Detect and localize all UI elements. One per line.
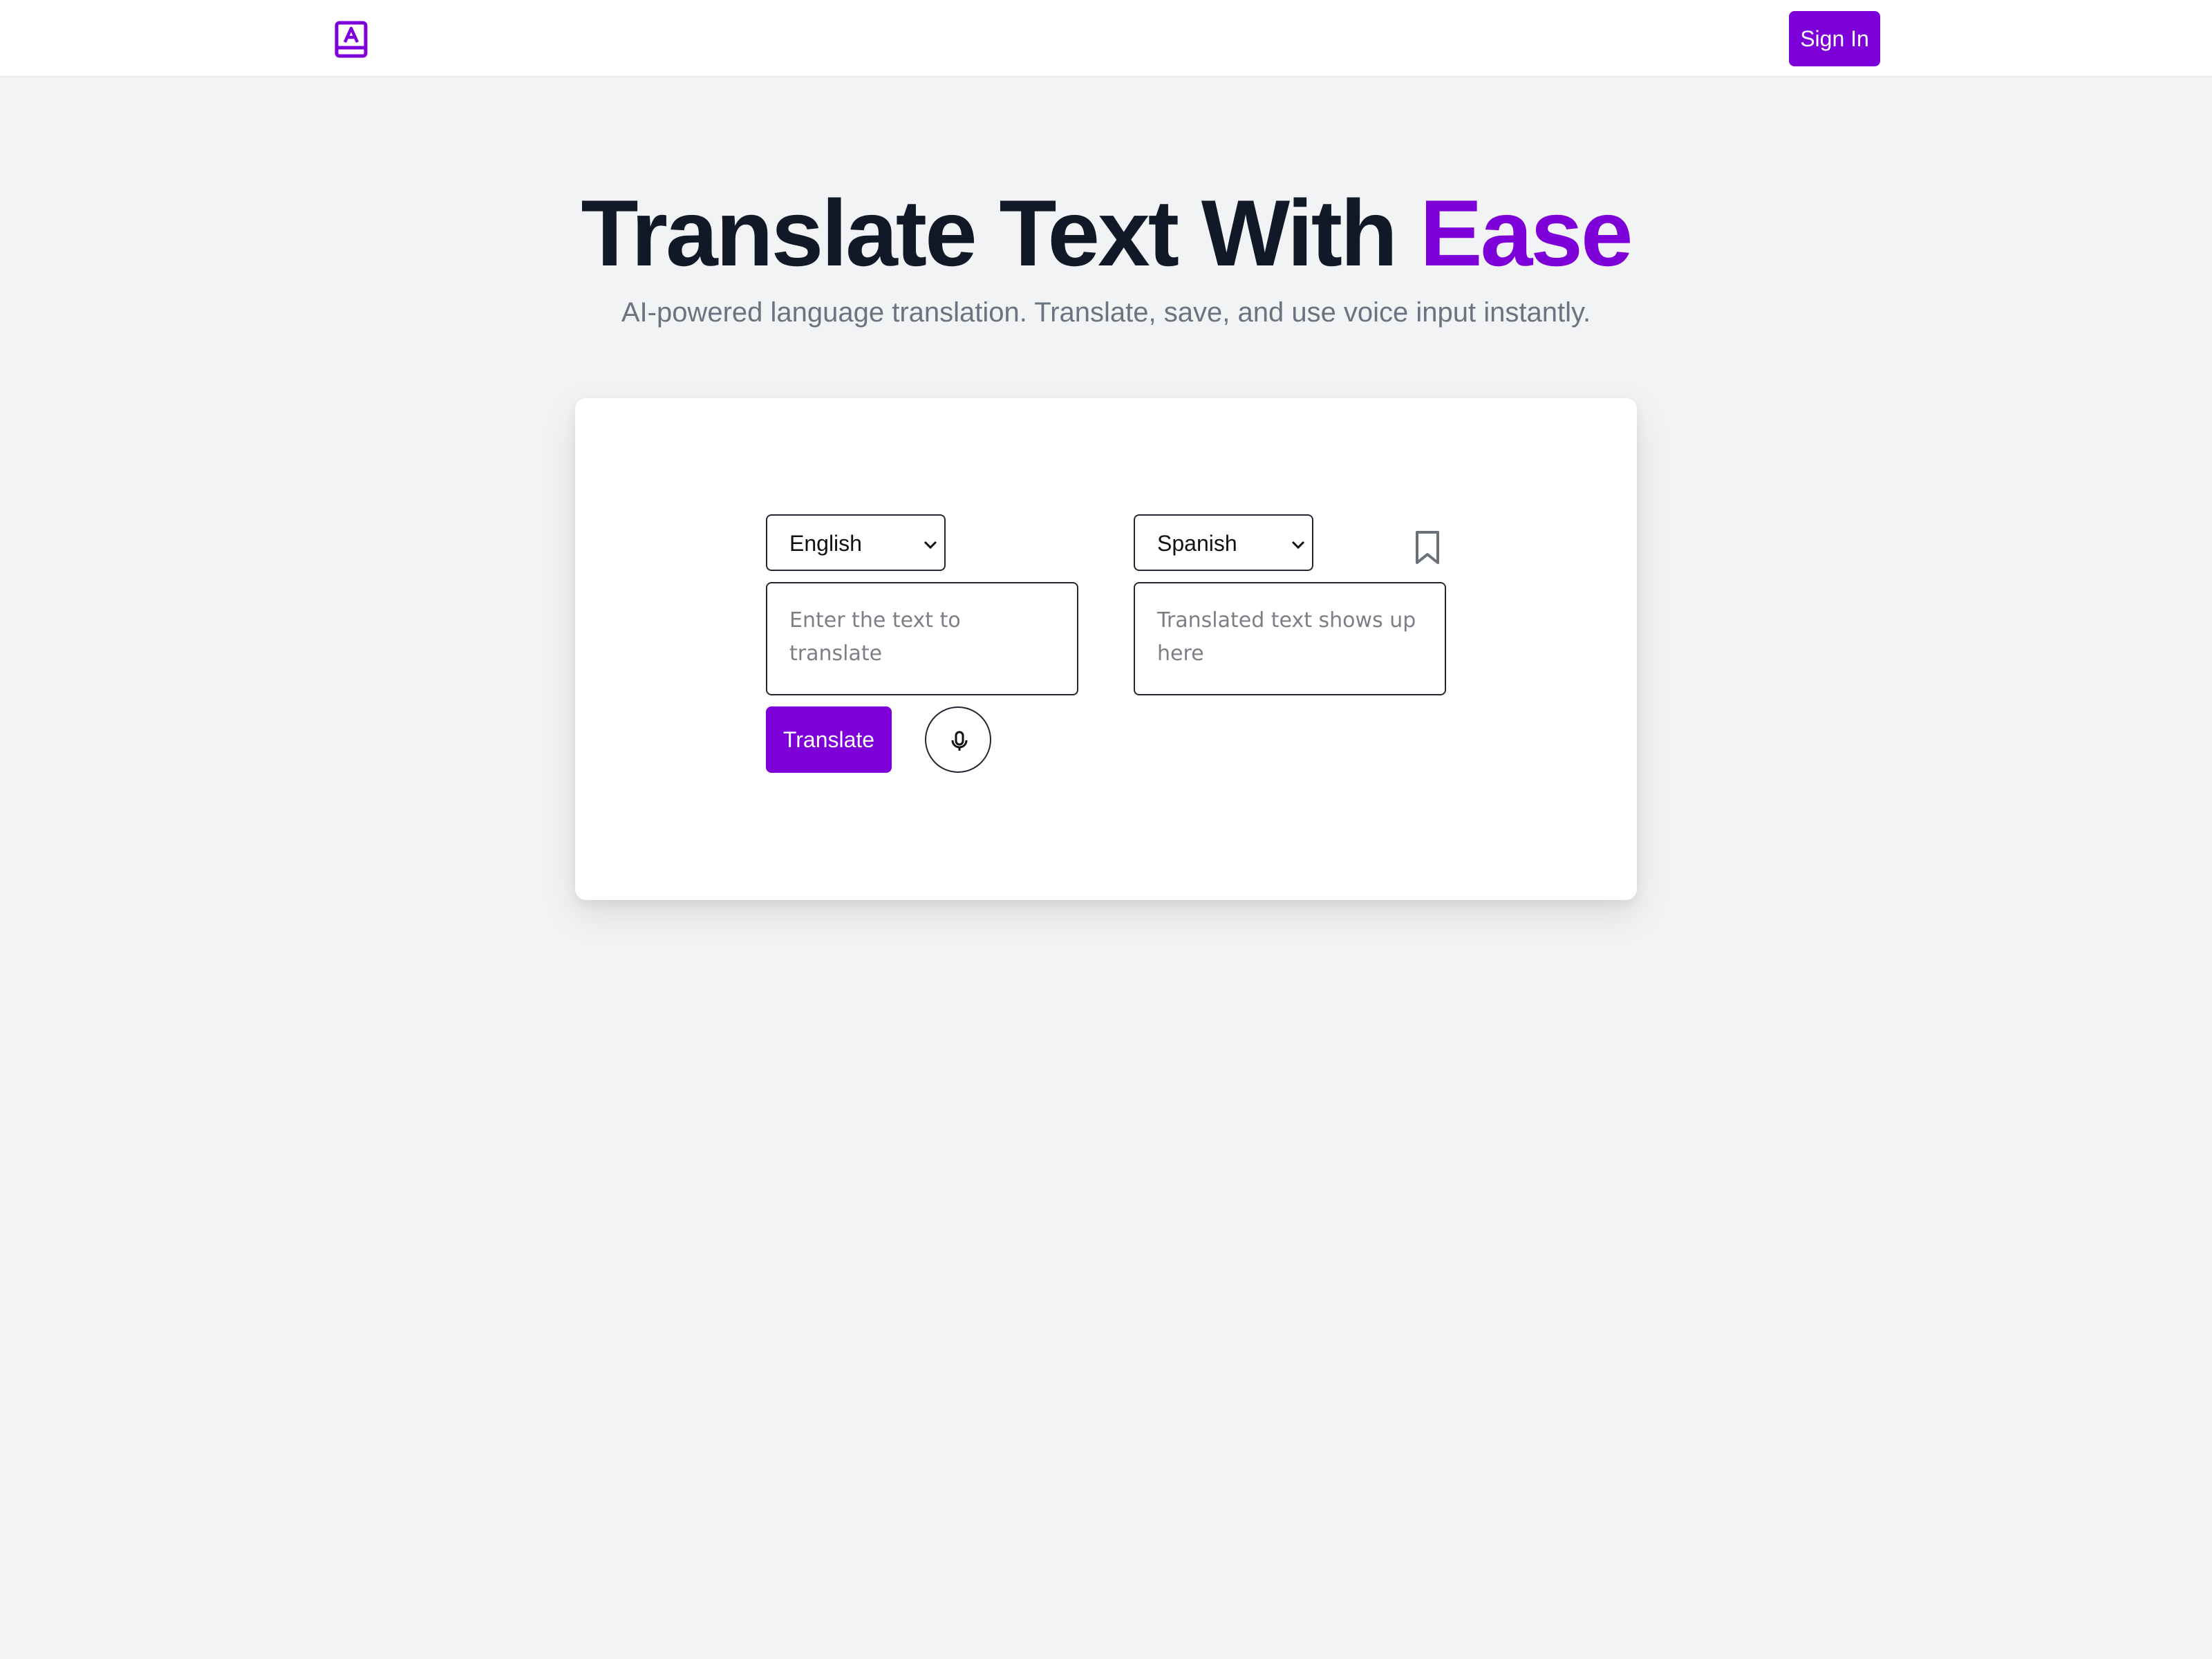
voice-input-button[interactable] (925, 706, 991, 773)
target-language-value: Spanish (1157, 531, 1237, 556)
chevron-down-icon (1291, 541, 1305, 550)
top-navigation-bar: Sign In (0, 0, 2212, 77)
title-accent-text: Ease (1419, 180, 1633, 285)
target-language-select[interactable]: Spanish (1134, 514, 1313, 571)
translator-card: English Spanish Enter the text to transl… (575, 398, 1637, 900)
source-text-input[interactable]: Enter the text to translate (766, 582, 1078, 695)
title-main-text: Translate Text With (581, 180, 1420, 285)
page-subtitle: AI-powered language translation. Transla… (621, 297, 1591, 328)
chevron-down-icon (924, 541, 937, 550)
translate-button[interactable]: Translate (766, 706, 892, 773)
source-language-select[interactable]: English (766, 514, 946, 571)
microphone-icon (951, 731, 968, 751)
page-title: Translate Text With Ease (0, 181, 2212, 285)
source-language-value: English (789, 531, 862, 556)
book-translate-icon[interactable] (335, 21, 368, 58)
bookmark-icon[interactable] (1413, 529, 1442, 565)
sign-in-button[interactable]: Sign In (1789, 11, 1880, 66)
translated-text-output: Translated text shows up here (1134, 582, 1446, 695)
